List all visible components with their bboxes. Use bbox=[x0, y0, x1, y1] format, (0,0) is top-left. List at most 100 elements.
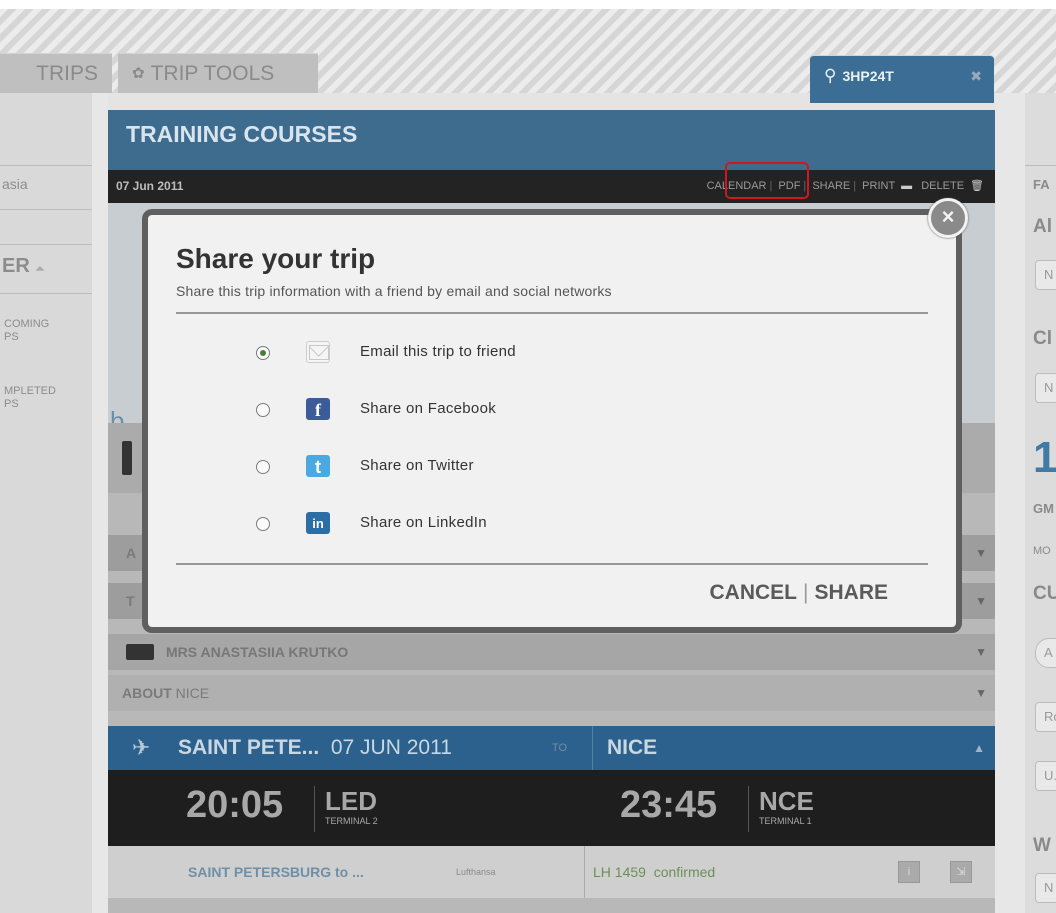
gear-icon: ✿ bbox=[132, 65, 145, 82]
flight-header[interactable]: ✈ SAINT PETE... 07 JUN 2011 TO NICE ▲ bbox=[108, 726, 995, 770]
linkedin-option-label: Share on LinkedIn bbox=[360, 514, 487, 531]
close-tab-icon[interactable]: ✖ bbox=[970, 56, 982, 96]
sidebar-search-value[interactable]: asia bbox=[2, 176, 28, 192]
toggle-handle[interactable] bbox=[122, 441, 132, 475]
share-link[interactable]: SHARE bbox=[812, 180, 850, 192]
email-radio[interactable] bbox=[256, 346, 270, 360]
tab-trips[interactable]: TRIPS bbox=[0, 53, 112, 93]
option-twitter[interactable]: t Share on Twitter bbox=[256, 455, 656, 479]
right-heading-cl: Cl bbox=[1033, 328, 1052, 349]
left-sidebar: asia ER ⏶ COMING PS MPLETED PS bbox=[0, 93, 92, 913]
right-select[interactable]: N bbox=[1035, 373, 1056, 403]
traveler-row[interactable]: MRS ANASTASIIA KRUTKO ▼ bbox=[108, 634, 995, 670]
top-navigation-bar: TRIPS ✿ TRIP TOOLS ⚲ 3HP24T ✖ bbox=[0, 9, 1056, 103]
right-select[interactable]: N bbox=[1035, 260, 1056, 290]
trip-date: 07 Jun 2011 bbox=[116, 179, 184, 193]
chevron-down-icon: ▼ bbox=[975, 686, 987, 700]
tab-trip-code[interactable]: ⚲ 3HP24T ✖ bbox=[810, 55, 994, 103]
gutter bbox=[995, 93, 1025, 913]
share-trip-modal: Share your trip Share this trip informat… bbox=[142, 209, 962, 633]
plane-icon: ✈ bbox=[132, 735, 151, 760]
linkedin-icon: in bbox=[306, 512, 330, 534]
option-facebook[interactable]: f Share on Facebook bbox=[256, 398, 656, 422]
flight-origin: SAINT PETE... 07 JUN 2011 bbox=[178, 736, 452, 759]
right-select-u[interactable]: U. bbox=[1035, 761, 1056, 791]
traveler-name: MRS ANASTASIIA KRUTKO bbox=[166, 644, 349, 660]
facebook-radio[interactable] bbox=[256, 403, 270, 417]
about-row[interactable]: ABOUT NICE ▼ bbox=[108, 675, 995, 711]
option-email[interactable]: Email this trip to friend bbox=[256, 341, 656, 365]
email-option-label: Email this trip to friend bbox=[360, 343, 516, 360]
share-button[interactable]: SHARE bbox=[814, 581, 888, 604]
divider bbox=[0, 209, 92, 210]
divider bbox=[0, 293, 92, 294]
tab-trips-label: TRIPS bbox=[36, 62, 98, 85]
sidebar-header: ER ⏶ bbox=[2, 255, 45, 277]
airline-logo: Lufthansa bbox=[456, 867, 496, 877]
flight-times: 20:05 LED TERMINAL 2 23:45 NCE TERMINAL 1 bbox=[108, 770, 995, 846]
modal-actions: CANCEL | SHARE bbox=[709, 581, 888, 604]
trip-code-label: 3HP24T bbox=[842, 68, 894, 84]
tab-trip-tools-label: TRIP TOOLS bbox=[150, 62, 275, 85]
collapse-icon[interactable]: ⏶ bbox=[35, 263, 44, 275]
close-icon: × bbox=[941, 204, 955, 229]
option-linkedin[interactable]: in Share on LinkedIn bbox=[256, 512, 656, 536]
twitter-icon: t bbox=[306, 455, 330, 477]
right-gm: GM bbox=[1033, 501, 1054, 516]
chevron-down-icon: ▼ bbox=[975, 594, 987, 608]
to-label: TO bbox=[552, 742, 568, 754]
departure-terminal: TERMINAL 2 bbox=[325, 816, 378, 826]
tab-trip-tools[interactable]: ✿ TRIP TOOLS bbox=[118, 53, 318, 93]
arrival-time: 23:45 bbox=[620, 784, 718, 826]
about-prefix: ABOUT bbox=[122, 685, 172, 701]
right-heading-al: Al bbox=[1033, 216, 1052, 237]
flight-destination: NICE bbox=[592, 726, 657, 770]
right-heading-w: W bbox=[1033, 835, 1051, 856]
flight-info-row: SAINT PETERSBURG to ... Lufthansa LH 145… bbox=[108, 846, 995, 898]
flight-status: LH 1459 confirmed bbox=[584, 846, 715, 898]
right-select-ro[interactable]: Ro bbox=[1035, 702, 1056, 732]
divider bbox=[176, 563, 928, 565]
printer-icon[interactable]: ▬ bbox=[901, 180, 912, 192]
expand-icon[interactable]: ⇲ bbox=[950, 861, 972, 883]
delete-link[interactable]: DELETE bbox=[921, 180, 964, 192]
linkedin-radio[interactable] bbox=[256, 517, 270, 531]
departure-time: 20:05 bbox=[186, 784, 284, 826]
right-select[interactable]: N bbox=[1035, 873, 1056, 903]
departure-airport: LED TERMINAL 2 bbox=[314, 786, 378, 832]
divider bbox=[0, 244, 92, 245]
cancel-button[interactable]: CANCEL bbox=[710, 581, 798, 604]
pdf-link[interactable]: PDF bbox=[778, 180, 800, 192]
right-heading-fa: FA bbox=[1033, 177, 1050, 192]
modal-close-button[interactable]: × bbox=[928, 198, 968, 238]
modal-body: Share your trip Share this trip informat… bbox=[148, 215, 956, 627]
flight-route-link[interactable]: SAINT PETERSBURG to ... bbox=[188, 846, 364, 898]
modal-title: Share your trip bbox=[176, 243, 376, 274]
traveler-icon bbox=[126, 644, 154, 660]
chevron-up-icon[interactable]: ▲ bbox=[973, 726, 985, 770]
envelope-icon bbox=[306, 341, 330, 363]
right-input[interactable]: A bbox=[1035, 638, 1056, 668]
twitter-option-label: Share on Twitter bbox=[360, 457, 474, 474]
facebook-option-label: Share on Facebook bbox=[360, 400, 497, 417]
chevron-down-icon: ▼ bbox=[975, 645, 987, 659]
calendar-link[interactable]: CALENDAR bbox=[707, 180, 767, 192]
app-frame: TRIPS ✿ TRIP TOOLS ⚲ 3HP24T ✖ asia ER ⏶ CO… bbox=[0, 0, 1056, 913]
sidebar-item-completed[interactable]: MPLETED PS bbox=[4, 385, 56, 411]
right-heading-cu: CU bbox=[1033, 583, 1056, 604]
trip-title: TRAINING COURSES bbox=[108, 110, 995, 170]
right-big-number: 1 bbox=[1033, 433, 1056, 482]
about-city: NICE bbox=[175, 685, 210, 701]
divider bbox=[0, 165, 92, 166]
right-sidebar: FA Al N Cl N 1 GM MO CU A Ro U. W N bbox=[1025, 93, 1056, 913]
sidebar-item-upcoming[interactable]: COMING PS bbox=[4, 318, 49, 344]
divider bbox=[176, 312, 928, 314]
divider bbox=[1025, 165, 1056, 166]
info-icon[interactable]: i bbox=[898, 861, 920, 883]
trash-icon[interactable]: 🗑 bbox=[970, 180, 984, 192]
modal-subtitle: Share this trip information with a frien… bbox=[176, 283, 612, 299]
twitter-radio[interactable] bbox=[256, 460, 270, 474]
facebook-icon: f bbox=[306, 398, 330, 420]
print-link[interactable]: PRINT bbox=[862, 180, 895, 192]
arrival-airport: NCE TERMINAL 1 bbox=[748, 786, 814, 832]
